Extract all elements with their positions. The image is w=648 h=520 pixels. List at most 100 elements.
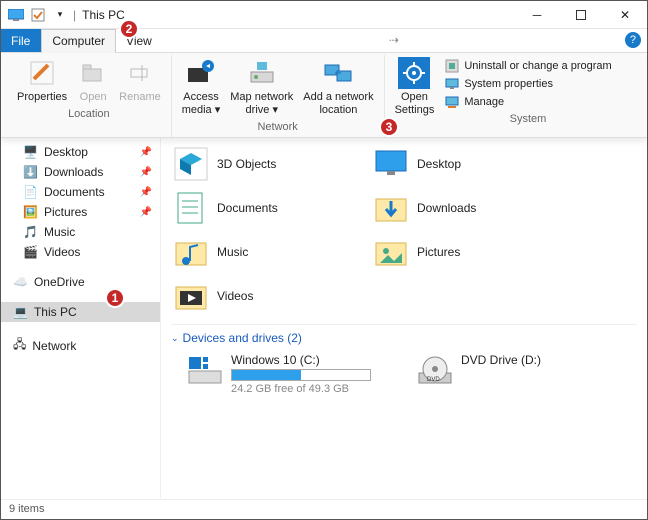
folder-music[interactable]: Music — [171, 230, 371, 274]
minimize-ribbon-icon[interactable]: ⇢ — [387, 29, 401, 52]
title-separator: | — [73, 8, 76, 22]
uninstall-label: Uninstall or change a program — [464, 60, 611, 72]
folder-label: Desktop — [417, 157, 461, 171]
folder-3d-objects[interactable]: 3D Objects — [171, 142, 371, 186]
folder-pictures[interactable]: Pictures — [371, 230, 571, 274]
tab-file[interactable]: File — [1, 29, 41, 52]
map-drive-label: Map network drive ▾ — [230, 91, 293, 117]
sidebar-item-onedrive[interactable]: ☁️ OneDrive — [1, 272, 160, 292]
devices-heading[interactable]: ⌄ Devices and drives (2) — [171, 324, 637, 349]
devices-heading-label: Devices and drives (2) — [183, 331, 302, 345]
tab-computer[interactable]: Computer — [41, 29, 116, 53]
folder-label: Videos — [217, 289, 253, 303]
qat-dropdown-icon[interactable]: ▾ — [51, 6, 69, 24]
sidebar-label: This PC — [34, 305, 77, 319]
badge-2: 2 — [119, 19, 139, 39]
sidebar-item-desktop[interactable]: 🖥️Desktop📌 — [1, 142, 160, 162]
main-pane[interactable]: 3D Objects Desktop Documents Downloads M… — [161, 138, 647, 498]
drive-dvd[interactable]: DVD DVD Drive (D:) — [417, 353, 617, 395]
status-text: 9 items — [9, 503, 44, 515]
desktop-folder-icon — [373, 146, 409, 182]
quick-access-toolbar: ▾ | — [1, 6, 76, 24]
sidebar-label: Documents — [44, 185, 105, 199]
desktop-icon: 🖥️ — [23, 145, 38, 159]
checkbox-icon[interactable] — [29, 6, 47, 24]
manage-label: Manage — [464, 96, 504, 108]
uninstall-button[interactable]: Uninstall or change a program — [444, 57, 611, 75]
chevron-down-icon: ⌄ — [171, 333, 179, 344]
downloads-icon: ⬇️ — [23, 165, 38, 179]
folders-section: 3D Objects Desktop Documents Downloads M… — [171, 142, 637, 318]
drive-c-bar — [231, 369, 371, 381]
pc-icon: 💻 — [13, 305, 28, 319]
drive-c[interactable]: Windows 10 (C:) 24.2 GB free of 49.3 GB — [187, 353, 387, 395]
sidebar-item-pictures[interactable]: 🖼️ Pictures 📌 — [1, 202, 160, 222]
content-area: 🖥️Desktop📌 ⬇️Downloads📌 📄Documents📌 🖼️Pi… — [1, 138, 647, 498]
help-button[interactable]: ? — [625, 32, 641, 48]
sidebar-item-music[interactable]: 🎵Music — [1, 222, 160, 242]
title-bar: ▾ | This PC ─ ✕ — [1, 1, 647, 29]
add-location-label: Add a network location — [303, 91, 373, 117]
manage-icon — [444, 94, 460, 110]
rename-label: Rename — [119, 91, 161, 104]
group-system: Open Settings Uninstall or change a prog… — [385, 55, 620, 137]
system-properties-button[interactable]: System properties — [444, 75, 611, 93]
folder-label: 3D Objects — [217, 157, 276, 171]
media-icon — [185, 57, 217, 89]
properties-button[interactable]: Properties — [15, 55, 69, 106]
folder-videos[interactable]: Videos — [171, 274, 371, 318]
3d-icon — [173, 146, 209, 182]
manage-button[interactable]: Manage — [444, 93, 611, 111]
pin-icon: 📌 — [140, 187, 152, 198]
sidebar-label: OneDrive — [34, 275, 85, 289]
sidebar-item-network[interactable]: 🖧Network — [1, 332, 160, 359]
navigation-pane[interactable]: 🖥️Desktop📌 ⬇️Downloads📌 📄Documents📌 🖼️Pi… — [1, 138, 161, 498]
drives-section: Windows 10 (C:) 24.2 GB free of 49.3 GB … — [171, 349, 637, 395]
documents-folder-icon — [173, 190, 209, 226]
close-button[interactable]: ✕ — [603, 1, 647, 29]
music-folder-icon — [173, 234, 209, 270]
onedrive-icon: ☁️ — [13, 275, 28, 289]
minimize-button[interactable]: ─ — [515, 1, 559, 29]
sidebar-label: Videos — [44, 245, 80, 259]
sidebar-label: Downloads — [44, 165, 103, 179]
folder-label: Downloads — [417, 201, 476, 215]
folder-label: Pictures — [417, 245, 460, 259]
sidebar-item-downloads[interactable]: ⬇️Downloads📌 — [1, 162, 160, 182]
drive-c-fill — [232, 370, 301, 380]
folder-desktop[interactable]: Desktop — [371, 142, 571, 186]
sidebar-item-videos[interactable]: 🎬 Videos — [1, 242, 160, 262]
group-network: Access media ▾ Map network drive ▾ Add a… — [172, 55, 385, 137]
rename-icon — [124, 57, 156, 89]
videos-icon: 🎬 — [23, 245, 38, 259]
folder-documents[interactable]: Documents — [171, 186, 371, 230]
group-network-label: Network — [257, 119, 297, 137]
folder-label: Music — [217, 245, 248, 259]
folder-downloads[interactable]: Downloads — [371, 186, 571, 230]
videos-folder-icon — [173, 278, 209, 314]
badge-3: 3 — [379, 117, 399, 137]
drive-c-icon — [187, 353, 223, 389]
add-location-button[interactable]: Add a network location — [301, 55, 375, 119]
map-drive-button[interactable]: Map network drive ▾ — [228, 55, 295, 119]
add-location-icon — [322, 57, 354, 89]
open-button: Open — [75, 55, 111, 106]
pictures-folder-icon — [373, 234, 409, 270]
maximize-button[interactable] — [559, 1, 603, 29]
pin-icon: 📌 — [140, 147, 152, 158]
open-icon — [77, 57, 109, 89]
open-settings-button[interactable]: Open Settings — [393, 55, 437, 119]
folder-label: Documents — [217, 201, 278, 215]
sidebar-label: Pictures — [44, 205, 87, 219]
downloads-folder-icon — [373, 190, 409, 226]
sidebar-item-documents[interactable]: 📄Documents📌 — [1, 182, 160, 202]
access-media-button[interactable]: Access media ▾ — [180, 55, 223, 119]
ribbon: Properties Open Rename Location Access m… — [1, 53, 647, 138]
sidebar-item-thispc[interactable]: 💻 This PC — [1, 302, 160, 322]
pin-icon: 📌 — [140, 207, 152, 218]
pictures-icon: 🖼️ — [23, 205, 38, 219]
properties-icon — [26, 57, 58, 89]
sysprops-label: System properties — [464, 78, 553, 90]
sidebar-label: Music — [44, 225, 75, 239]
open-label: Open — [80, 91, 107, 104]
